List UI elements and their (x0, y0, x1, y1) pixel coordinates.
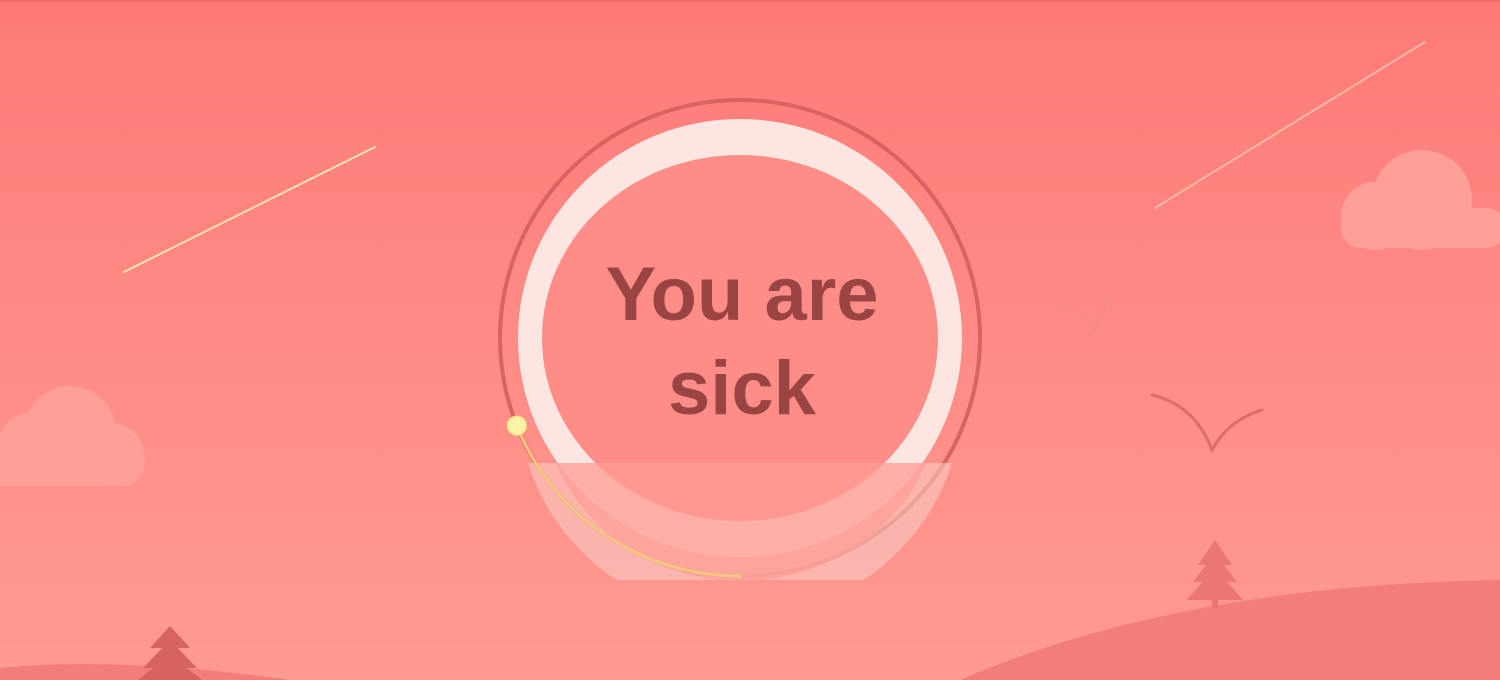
cloud-icon (1341, 150, 1500, 250)
shooting-star-icon (123, 146, 376, 273)
sick-status-screen: You are sick (0, 0, 1500, 680)
bird-icon (1056, 294, 1112, 335)
progress-knob-icon[interactable] (506, 415, 527, 436)
cloud-icon (0, 386, 145, 487)
bird-icon (1150, 393, 1264, 454)
status-label: You are sick (605, 252, 879, 431)
tree-icon (1187, 540, 1243, 608)
